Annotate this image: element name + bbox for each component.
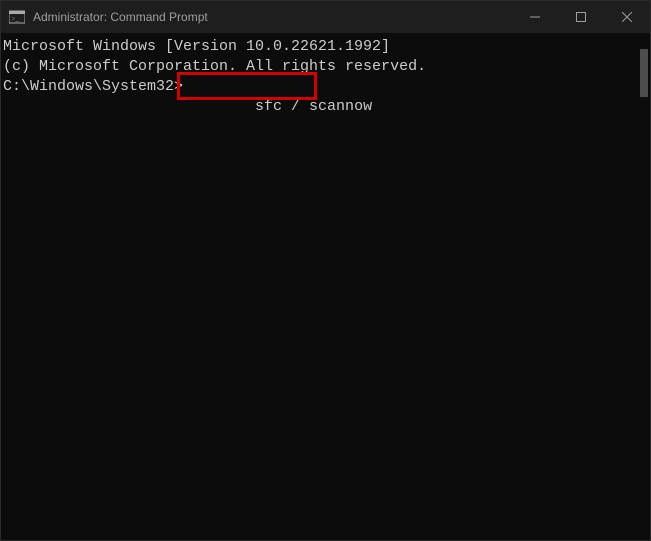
prompt-text: C:\Windows\System32> bbox=[3, 77, 183, 157]
maximize-button[interactable] bbox=[558, 1, 604, 33]
annotation-highlight-box bbox=[177, 72, 317, 100]
terminal-prompt-line: C:\Windows\System32> sfc / scannow bbox=[3, 77, 650, 157]
titlebar[interactable]: >_ Administrator: Command Prompt bbox=[1, 1, 650, 33]
command-prompt-window: >_ Administrator: Command Prompt Microso… bbox=[0, 0, 651, 541]
svg-text:>_: >_ bbox=[12, 15, 20, 23]
window-controls bbox=[512, 1, 650, 33]
cmd-icon: >_ bbox=[9, 9, 25, 25]
terminal-output-line: (c) Microsoft Corporation. All rights re… bbox=[3, 57, 650, 77]
close-button[interactable] bbox=[604, 1, 650, 33]
window-title: Administrator: Command Prompt bbox=[33, 10, 512, 24]
command-input[interactable]: sfc / scannow bbox=[255, 98, 372, 115]
minimize-button[interactable] bbox=[512, 1, 558, 33]
terminal-area[interactable]: Microsoft Windows [Version 10.0.22621.19… bbox=[1, 33, 650, 540]
scrollbar-thumb[interactable] bbox=[640, 49, 648, 97]
terminal-output-line: Microsoft Windows [Version 10.0.22621.19… bbox=[3, 37, 650, 57]
